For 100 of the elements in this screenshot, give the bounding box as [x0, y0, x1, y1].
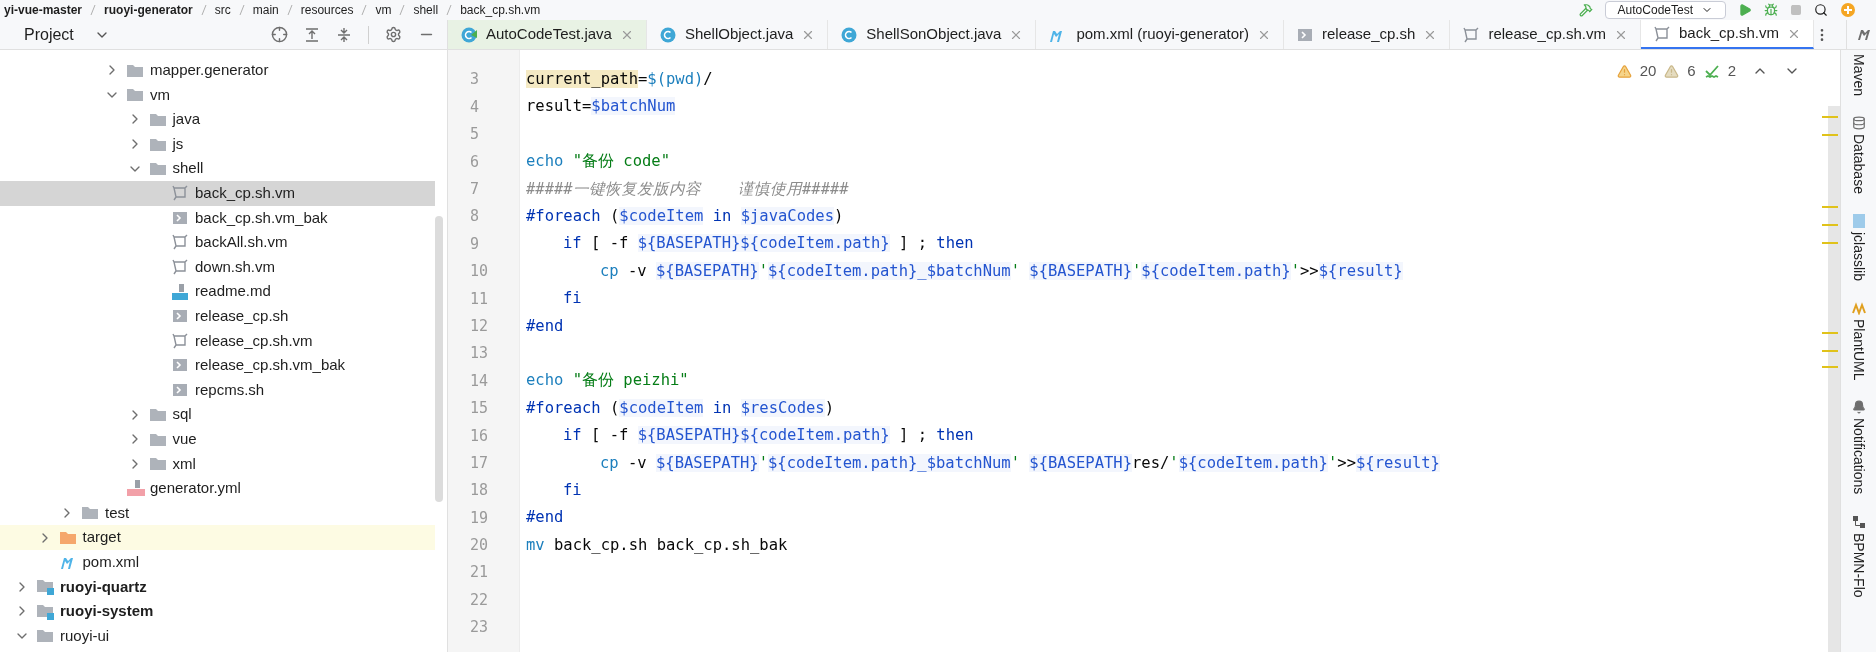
tree-item[interactable]: java — [0, 107, 435, 132]
code-line: #foreach ($codeItem in $javaCodes) — [526, 206, 844, 228]
tool-window-button[interactable]: Database — [1848, 134, 1869, 194]
tree-item[interactable]: release_cp.sh.vm_bak — [0, 353, 435, 378]
editor-tab[interactable]: AutoCodeTest.java — [448, 20, 647, 49]
tree-item[interactable]: down.sh.vm — [0, 254, 435, 280]
line-number: 9 — [470, 233, 480, 255]
template-file-icon — [1462, 25, 1481, 44]
tree-item[interactable]: ruoyi-ui — [0, 623, 435, 649]
folder-icon — [126, 62, 144, 78]
tree-item[interactable]: pom.xml — [0, 549, 435, 575]
tree-item[interactable]: generator.yml — [0, 476, 435, 501]
tree-item[interactable]: backAll.sh.vm — [0, 230, 435, 255]
module-icon — [36, 602, 54, 620]
breadcrumb-item[interactable]: shell — [413, 4, 439, 16]
line-number: 17 — [470, 452, 489, 474]
tool-window-button[interactable]: Notifications — [1848, 418, 1869, 495]
breadcrumb-item[interactable]: yi-vue-master — [4, 4, 83, 16]
folder-icon — [148, 136, 167, 152]
expand-all-icon[interactable] — [304, 26, 320, 43]
shell-file-icon — [171, 381, 189, 399]
separator-icon — [238, 4, 245, 16]
code-line: #end — [526, 315, 564, 337]
tree-item[interactable]: vue — [0, 426, 435, 452]
folder-icon — [81, 505, 99, 521]
line-number: 5 — [470, 124, 480, 146]
search-icon[interactable] — [1814, 3, 1828, 17]
line-number: 20 — [470, 535, 489, 557]
line-number: 3 — [470, 69, 480, 91]
tree-item[interactable]: sql — [0, 402, 435, 427]
panel-title[interactable]: Project — [24, 22, 74, 47]
typo-check-icon[interactable] — [1703, 63, 1720, 80]
separator-icon — [361, 4, 368, 16]
separator-icon — [286, 4, 293, 16]
template-file-icon — [171, 184, 189, 203]
code-line: if [ -f ${BASEPATH}${codeItem.path} ] ; then — [563, 425, 974, 447]
editor-tab[interactable]: ShellObject.java — [646, 20, 829, 49]
breadcrumb-item[interactable]: ruoyi-generator — [104, 4, 193, 16]
breadcrumb-item[interactable]: back_cp.sh.vm — [460, 4, 541, 16]
yaml-file-icon — [126, 479, 146, 498]
hammer-icon[interactable] — [1578, 3, 1593, 17]
line-number: 19 — [470, 507, 489, 529]
tree-item[interactable]: release_cp.sh.vm — [0, 328, 435, 354]
code-line: echo "备份 peizhi" — [526, 370, 689, 392]
tree-item[interactable]: ruoyi-quartz — [0, 574, 435, 600]
line-number: 4 — [470, 96, 480, 118]
tool-window-button[interactable]: BPMN-Flo — [1848, 532, 1869, 598]
tree-item[interactable]: mapper.generator — [0, 58, 435, 83]
tree-item[interactable]: ruoyi-system — [0, 599, 435, 624]
tree-item[interactable]: js — [0, 131, 435, 157]
editor-tab[interactable]: pom.xml (ruoyi-generator) — [1036, 20, 1284, 49]
folder-icon — [148, 112, 167, 127]
tool-window-button[interactable]: jclasslib — [1848, 231, 1869, 281]
inspection-count[interactable]: 6 — [1687, 60, 1696, 83]
tree-item[interactable]: release_cp.sh — [0, 303, 435, 329]
breadcrumb-item[interactable]: resources — [300, 4, 354, 16]
code-line: fi — [563, 288, 582, 310]
inspection-count[interactable]: 2 — [1727, 60, 1736, 83]
settings-icon[interactable] — [385, 26, 402, 43]
tool-window-button[interactable]: PlantUML — [1848, 319, 1869, 381]
code-line: mv back_cp.sh back_cp.sh_bak — [526, 534, 788, 556]
flow-icon[interactable] — [1851, 514, 1866, 529]
class-icon — [658, 25, 677, 44]
class-icon — [840, 25, 859, 44]
line-number: 16 — [470, 425, 489, 447]
folder-icon — [148, 456, 167, 472]
editor-tab[interactable]: release_cp.sh.vm — [1450, 20, 1641, 49]
run-configuration-dropdown[interactable]: AutoCodeTest — [1604, 1, 1726, 19]
database-icon[interactable] — [1851, 116, 1866, 131]
tool-window-button[interactable]: Maven — [1848, 54, 1869, 97]
breadcrumb-item[interactable]: vm — [375, 4, 392, 16]
notification-icon[interactable] — [1851, 400, 1866, 415]
scrollbar[interactable] — [435, 216, 443, 502]
tree-item[interactable]: back_cp.sh.vm_bak — [0, 205, 435, 231]
editor-tab[interactable]: release_cp.sh — [1284, 20, 1451, 49]
tree-item[interactable]: shell — [0, 156, 435, 181]
folder-icon — [148, 407, 167, 423]
breadcrumb-item[interactable]: src — [214, 4, 231, 16]
maven-icon[interactable] — [1856, 28, 1873, 41]
code-line: fi — [563, 479, 582, 501]
line-number: 22 — [470, 589, 489, 611]
collapse-all-icon[interactable] — [336, 26, 352, 43]
code-line: if [ -f ${BASEPATH}${codeItem.path} ] ; then — [563, 233, 974, 255]
editor-tab[interactable]: ShellSonObject.java — [828, 20, 1037, 49]
debug-icon[interactable] — [1764, 3, 1778, 17]
tree-item[interactable]: back_cp.sh.vm — [0, 180, 435, 206]
tree-item[interactable]: test — [0, 500, 435, 526]
breadcrumb-item[interactable]: main — [252, 4, 279, 16]
inspection-count[interactable]: 20 — [1639, 60, 1657, 83]
editor-tab[interactable]: back_cp.sh.vm — [1640, 20, 1814, 49]
separator-icon — [200, 4, 207, 16]
template-file-icon — [171, 331, 189, 350]
tree-item[interactable]: readme.md — [0, 279, 435, 304]
tree-item[interactable]: target — [0, 525, 435, 550]
run-icon[interactable] — [1738, 3, 1752, 17]
template-file-icon — [171, 258, 189, 277]
tree-item[interactable]: repcms.sh — [0, 377, 435, 403]
tree-item[interactable]: xml — [0, 451, 435, 477]
locate-icon[interactable] — [271, 26, 288, 43]
tree-item[interactable]: vm — [0, 82, 435, 108]
